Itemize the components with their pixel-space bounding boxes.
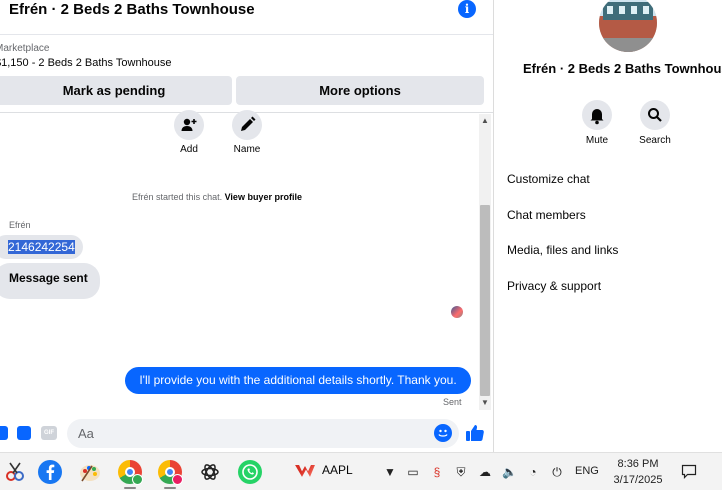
name-chat-action[interactable]: Name [227, 110, 267, 155]
mute-action[interactable]: Mute [575, 100, 619, 146]
message-input[interactable]: Aa [67, 419, 459, 448]
scrollbar-thumb[interactable] [480, 205, 490, 396]
chat-started-notice: Efrén started this chat. View buyer prof… [0, 192, 493, 202]
notification-icon[interactable] [681, 463, 697, 479]
listing-summary[interactable]: Marketplace $1,150 - 2 Beds 2 Baths Town… [0, 40, 493, 74]
antivirus-icon[interactable]: ▼ [383, 465, 397, 479]
mark-as-pending-button[interactable]: Mark as pending [0, 76, 232, 105]
more-options-button[interactable]: More options [236, 76, 484, 105]
add-label: Add [180, 144, 198, 155]
view-buyer-profile-link[interactable]: View buyer profile [225, 192, 302, 202]
chat-started-text: Efrén started this chat. [132, 192, 223, 202]
listing-label: Marketplace [0, 43, 50, 54]
whatsapp-icon[interactable] [238, 460, 262, 484]
sender-name: Efrén [9, 220, 31, 230]
facebook-icon[interactable] [38, 460, 62, 484]
trend-icon [295, 464, 315, 477]
outgoing-message[interactable]: I'll provide you with the additional det… [125, 367, 471, 394]
incoming-message[interactable]: 2146242254 [0, 235, 83, 259]
stock-ticker-widget[interactable]: AAPL [295, 463, 353, 477]
snipping-tool-icon[interactable] [3, 460, 27, 484]
cloud-offline-icon[interactable]: ☁ [478, 465, 492, 479]
gif-icon[interactable]: GIF [41, 426, 57, 440]
message-text: 2146242254 [8, 240, 75, 254]
clock-time: 8:36 PM [617, 458, 659, 470]
taskbar: AAPL ▼ ▭ § ⛨ ☁ 🔈 ◔ ⏻ ENG 8:36 PM 3/17/20… [0, 452, 722, 490]
menu-media-files-links[interactable]: Media, files and links [507, 243, 618, 257]
info-icon[interactable]: i [458, 0, 476, 18]
power-plug-icon[interactable]: ⏻ [550, 465, 564, 479]
app-tray-icon[interactable]: § [430, 465, 444, 479]
wifi-icon[interactable]: ◔ [526, 465, 540, 479]
menu-customize-chat[interactable]: Customize chat [507, 172, 590, 186]
emoji-icon[interactable] [434, 424, 452, 442]
search-action[interactable]: Search [633, 100, 677, 146]
clock[interactable]: 8:36 PM 3/17/2025 [611, 456, 665, 488]
name-label: Name [233, 144, 261, 155]
listing-title: $1,150 - 2 Beds 2 Baths Townhouse [0, 57, 172, 69]
scroll-up-arrow-icon[interactable]: ▲ [481, 116, 489, 125]
security-shield-icon[interactable]: ⛨ [454, 465, 468, 479]
sticker-icon[interactable] [17, 426, 31, 440]
search-icon [640, 100, 670, 130]
chat-title[interactable]: Efrén · 2 Beds 2 Baths Townhouse [9, 1, 255, 18]
input-language[interactable]: ENG [575, 465, 599, 477]
ticker-symbol: AAPL [322, 463, 353, 477]
chat-panel: ‹ Efrén · 2 Beds 2 Baths Townhouse i Mar… [0, 0, 494, 452]
menu-chat-members[interactable]: Chat members [507, 208, 586, 222]
active-indicator [124, 487, 136, 489]
battery-icon[interactable]: ▭ [406, 465, 420, 479]
chrome-profile-l-icon[interactable] [158, 460, 183, 485]
search-label: Search [639, 135, 671, 146]
back-arrow-icon[interactable]: ‹ [0, 2, 6, 18]
menu-privacy-support[interactable]: Privacy & support [507, 279, 601, 293]
pencil-icon [232, 110, 262, 140]
bell-icon [582, 100, 612, 130]
add-person-icon [174, 110, 204, 140]
divider [0, 34, 493, 35]
message-status: Sent [443, 397, 462, 407]
add-people-action[interactable]: Add [169, 110, 209, 155]
screen: ‹ Efrén · 2 Beds 2 Baths Townhouse i Mar… [0, 0, 722, 490]
chrome-profile-m-icon[interactable] [118, 460, 143, 485]
volume-icon[interactable]: 🔈 [502, 465, 517, 479]
listing-photo[interactable] [599, 0, 657, 52]
details-panel: Efrén · 2 Beds 2 Baths Townhouse Mute Se… [495, 0, 722, 452]
chatgpt-icon[interactable] [198, 460, 222, 484]
image-icon[interactable] [0, 426, 8, 440]
active-indicator [164, 487, 176, 489]
clock-date: 3/17/2025 [613, 474, 663, 486]
chat-header: ‹ Efrén · 2 Beds 2 Baths Townhouse i [0, 0, 493, 32]
scroll-down-arrow-icon[interactable]: ▼ [481, 398, 489, 407]
thumbs-up-icon[interactable] [464, 422, 486, 444]
paint-icon[interactable] [78, 460, 102, 484]
incoming-message[interactable]: Message sent [0, 263, 100, 299]
seen-avatar [451, 306, 463, 318]
message-composer: GIF Aa [0, 415, 493, 452]
details-title: Efrén · 2 Beds 2 Baths Townhouse [523, 61, 722, 76]
mute-label: Mute [585, 135, 609, 146]
